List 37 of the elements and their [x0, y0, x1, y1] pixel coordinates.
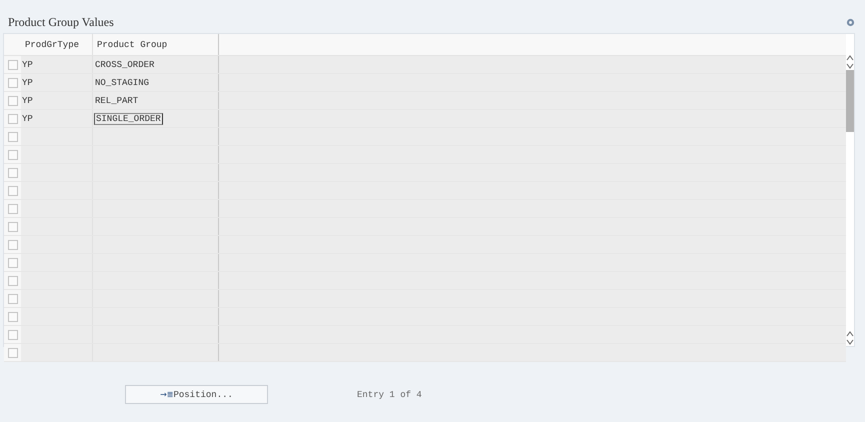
scrollbar[interactable] — [846, 34, 854, 346]
row-checkbox[interactable] — [8, 276, 18, 286]
table-cell[interactable]: SINGLE_ORDER — [94, 112, 163, 124]
row-checkbox[interactable] — [8, 96, 18, 106]
row-checkbox[interactable] — [8, 294, 18, 304]
row-checkbox[interactable] — [8, 186, 18, 196]
row-checkbox[interactable] — [8, 168, 18, 178]
row-checkbox[interactable] — [8, 240, 18, 250]
table-cell[interactable]: YP — [22, 60, 33, 70]
row-checkbox[interactable] — [8, 114, 18, 124]
table-cell[interactable]: REL_PART — [95, 96, 138, 106]
table-cell[interactable]: CROSS_ORDER — [95, 60, 154, 70]
entry-count: Entry 1 of 4 — [357, 390, 422, 400]
scroll-down-icon[interactable] — [846, 62, 854, 70]
row-checkbox[interactable] — [8, 330, 18, 340]
row-checkbox[interactable] — [8, 150, 18, 160]
scroll-up-icon[interactable] — [846, 54, 854, 62]
row-checkbox[interactable] — [8, 60, 18, 70]
row-checkbox[interactable] — [8, 78, 18, 88]
table-cell[interactable]: YP — [22, 78, 33, 88]
row-checkbox[interactable] — [8, 348, 18, 358]
scroll-up-icon[interactable] — [846, 330, 854, 338]
table-cell[interactable]: YP — [22, 114, 33, 124]
row-checkbox[interactable] — [8, 204, 18, 214]
column-header[interactable]: ProdGrType — [21, 34, 93, 55]
scroll-down-icon[interactable] — [846, 338, 854, 346]
row-checkbox[interactable] — [8, 132, 18, 142]
row-checkbox[interactable] — [8, 222, 18, 232]
column-header[interactable]: Product Group — [93, 34, 219, 55]
table-cell[interactable]: YP — [22, 96, 33, 106]
row-checkbox[interactable] — [8, 258, 18, 268]
scroll-thumb[interactable] — [846, 70, 854, 132]
table-cell[interactable]: NO_STAGING — [95, 78, 150, 88]
row-checkbox[interactable] — [8, 312, 18, 322]
panel-title: Product Group Values — [8, 14, 114, 30]
settings-icon[interactable] — [846, 18, 855, 26]
position-button[interactable]: →≣Position... — [125, 385, 268, 404]
